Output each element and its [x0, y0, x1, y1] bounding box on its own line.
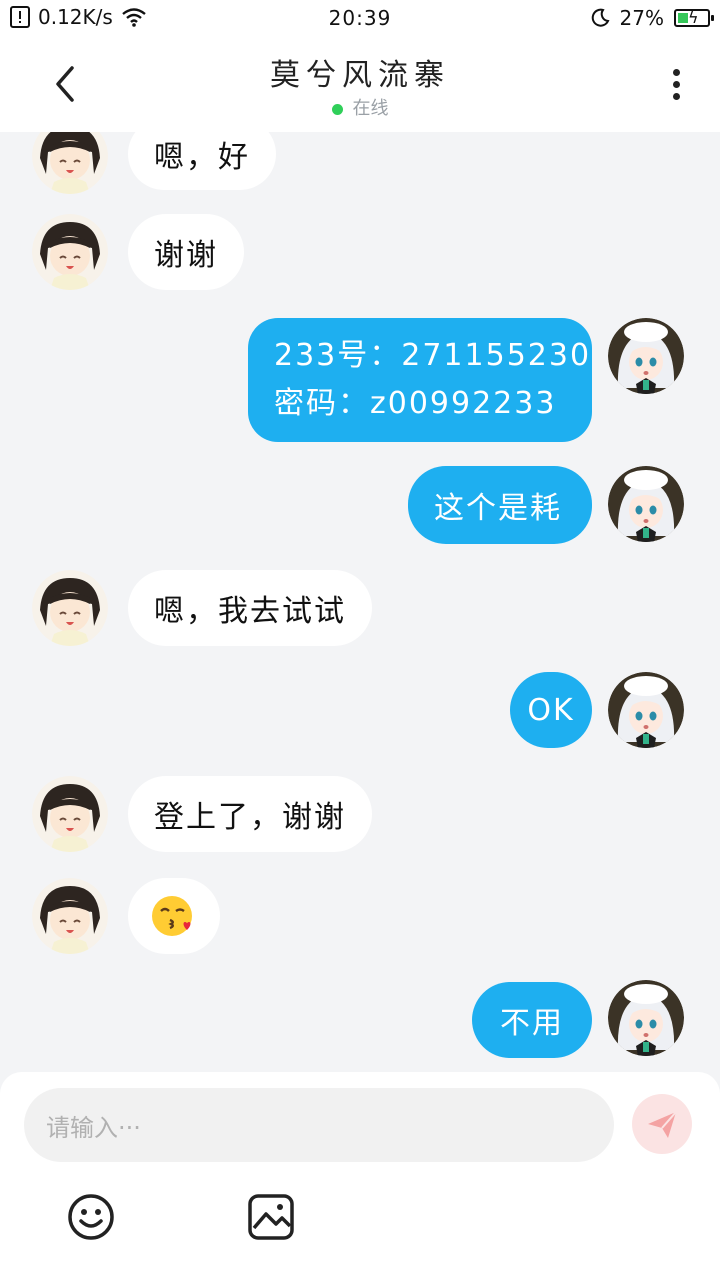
more-button[interactable] [664, 64, 688, 104]
message-bubble[interactable]: 嗯，好 [128, 132, 276, 190]
my-avatar[interactable] [608, 980, 684, 1056]
online-status: 在线 [0, 94, 720, 120]
online-dot-icon [331, 103, 343, 115]
chat-title: 莫兮风流寨 [270, 58, 450, 93]
message-bubble[interactable]: 嗯，我去试试 [128, 570, 372, 646]
image-button[interactable] [246, 1192, 296, 1242]
chat-header: 莫兮风流寨 在线 [0, 36, 720, 132]
message-bubble[interactable]: OK [510, 672, 592, 748]
contact-avatar[interactable] [32, 214, 108, 290]
emoji-icon [68, 1194, 114, 1240]
message-bubble[interactable]: 这个是耗 [408, 466, 592, 544]
message-bubble[interactable]: 233号：271155230 密码：z00992233 [248, 318, 592, 442]
battery-icon: ϟ [674, 8, 714, 27]
message-bubble[interactable]: 谢谢 [128, 214, 244, 290]
send-button[interactable] [632, 1094, 692, 1154]
message-line: 密码：z00992233 [274, 386, 557, 421]
composer-bar: 请输入··· [0, 1072, 720, 1280]
kiss-emoji [152, 896, 192, 936]
message-line: 233号：271155230 [274, 338, 592, 373]
message-input[interactable]: 请输入··· [24, 1088, 614, 1162]
battery-percent: 27% [619, 6, 664, 30]
contact-avatar[interactable] [32, 776, 108, 852]
contact-avatar[interactable] [32, 878, 108, 954]
message-bubble[interactable]: 登上了，谢谢 [128, 776, 372, 852]
message-list[interactable]: 嗯，好 谢谢 233号：271155230 密码：z00992233 这个是耗 … [0, 132, 720, 1072]
emoji-button[interactable] [66, 1192, 116, 1242]
contact-avatar[interactable] [32, 570, 108, 646]
more-icon [672, 69, 680, 76]
my-avatar[interactable] [608, 466, 684, 542]
image-icon [248, 1194, 294, 1240]
contact-avatar[interactable] [32, 132, 108, 194]
status-bar: 0.12K/s 20:39 27% ϟ [0, 0, 720, 36]
message-bubble[interactable] [128, 878, 220, 954]
my-avatar[interactable] [608, 672, 684, 748]
my-avatar[interactable] [608, 318, 684, 394]
message-bubble[interactable]: 不用 [472, 982, 592, 1058]
moon-icon [591, 8, 610, 27]
send-icon [648, 1111, 677, 1138]
online-status-label: 在线 [352, 98, 389, 119]
